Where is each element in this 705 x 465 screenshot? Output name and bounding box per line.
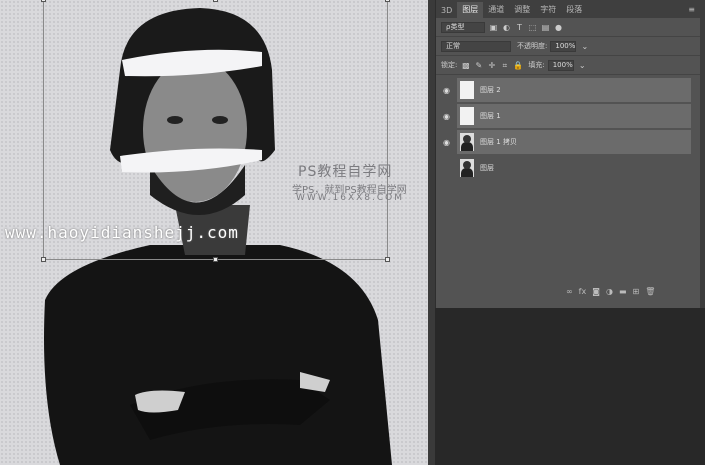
chevron-down-icon[interactable]: ⌄	[578, 61, 587, 70]
lock-row: 锁定: ▩ ✎ ✛ ⌗ 🔒 填充: 100% ⌄	[436, 56, 701, 74]
layer-name: 图层	[480, 164, 494, 172]
watermark-url: WWW.16XX8.COM	[296, 193, 405, 203]
layer-name: 图层 2	[480, 86, 501, 94]
layers-panel: 3D 图层 通道 调整 字符 段落 ≡ ρ类型 ▣ ◐ T ⬚ ▤ ● 正常 不…	[435, 0, 701, 308]
filter-type-select[interactable]: ρ类型	[441, 21, 485, 33]
layer-row[interactable]: ◉ 图层 2	[443, 78, 691, 102]
fill-input[interactable]: 100%	[547, 59, 574, 71]
layer-name: 图层 1 拷贝	[480, 138, 517, 146]
pixel-filter-icon[interactable]: ▣	[489, 23, 498, 32]
panel-tabs: 3D 图层 通道 调整 字符 段落 ≡	[436, 0, 701, 18]
fill-label: 填充:	[528, 61, 545, 69]
lock-brush-icon[interactable]: ✎	[474, 61, 483, 70]
empty-panel-area	[435, 308, 705, 465]
lock-position-icon[interactable]: ✛	[487, 61, 496, 70]
blend-mode-select[interactable]: 正常	[441, 40, 511, 52]
layer-thumbnail	[460, 133, 474, 151]
folder-icon[interactable]: ▬	[619, 287, 627, 296]
type-filter-icon[interactable]: T	[515, 23, 524, 32]
chevron-down-icon[interactable]: ⌄	[580, 42, 589, 51]
transform-handle[interactable]	[385, 257, 390, 262]
watermark-overlay: www.haoyidianshejj.com	[5, 223, 239, 242]
transform-bounding-box[interactable]	[41, 0, 390, 262]
transform-handle[interactable]	[41, 0, 46, 2]
filter-row: ρ类型 ▣ ◐ T ⬚ ▤ ●	[436, 18, 701, 36]
transform-handle[interactable]	[213, 257, 218, 262]
lock-all-icon[interactable]: 🔒	[513, 61, 523, 70]
adjustment-filter-icon[interactable]: ◐	[502, 23, 511, 32]
watermark-site-title: PS教程自学网	[298, 164, 393, 180]
layer-thumbnail	[460, 159, 474, 177]
transform-handle[interactable]	[213, 0, 218, 2]
blend-row: 正常 不透明度: 100% ⌄	[436, 37, 701, 55]
layer-name: 图层 1	[480, 112, 501, 120]
lock-label: 锁定:	[441, 61, 458, 69]
opacity-input[interactable]: 100%	[550, 40, 577, 52]
document-canvas[interactable]: PS教程自学网 学PS，就到PS教程自学网 WWW.16XX8.COM www.…	[0, 0, 428, 465]
eye-icon[interactable]: ◉	[443, 112, 450, 121]
smart-object-filter-icon[interactable]: ▤	[541, 23, 550, 32]
tab-3d[interactable]: 3D	[436, 4, 457, 18]
artboard-icon[interactable]: ⌗	[500, 61, 509, 70]
eye-icon[interactable]: ◉	[443, 86, 450, 95]
fx-icon[interactable]: fx	[579, 287, 587, 296]
transform-handle[interactable]	[385, 0, 390, 2]
mask-icon[interactable]: ◙	[592, 287, 600, 296]
opacity-label: 不透明度:	[517, 42, 548, 50]
layer-row[interactable]: ◉ 图层 1	[443, 104, 691, 128]
eye-icon[interactable]: ◉	[443, 138, 450, 147]
tab-paragraph[interactable]: 段落	[561, 2, 587, 18]
layer-thumbnail	[460, 107, 474, 125]
filter-toggle-icon[interactable]: ●	[554, 23, 563, 32]
layer-row[interactable]: ◉ 图层 1 拷贝	[443, 130, 691, 154]
tab-channels[interactable]: 通道	[483, 2, 509, 18]
tab-character[interactable]: 字符	[535, 2, 561, 18]
trash-icon[interactable]: 🗑	[645, 287, 655, 296]
panel-edge	[700, 0, 705, 308]
shape-filter-icon[interactable]: ⬚	[528, 23, 537, 32]
panel-footer: ∞ fx ◙ ◑ ▬ ⊞ 🗑	[566, 287, 655, 296]
new-layer-icon[interactable]: ⊞	[633, 287, 640, 296]
lock-transparent-icon[interactable]: ▩	[461, 61, 470, 70]
adjustment-icon[interactable]: ◑	[606, 287, 613, 296]
panel-divider[interactable]	[428, 0, 435, 465]
tab-adjustments[interactable]: 调整	[509, 2, 535, 18]
link-icon[interactable]: ∞	[566, 287, 573, 296]
layer-row[interactable]: 图层	[457, 156, 691, 180]
panel-menu-icon[interactable]: ≡	[688, 5, 695, 14]
tab-layers[interactable]: 图层	[457, 2, 484, 18]
transform-handle[interactable]	[41, 257, 46, 262]
layer-thumbnail	[460, 81, 474, 99]
